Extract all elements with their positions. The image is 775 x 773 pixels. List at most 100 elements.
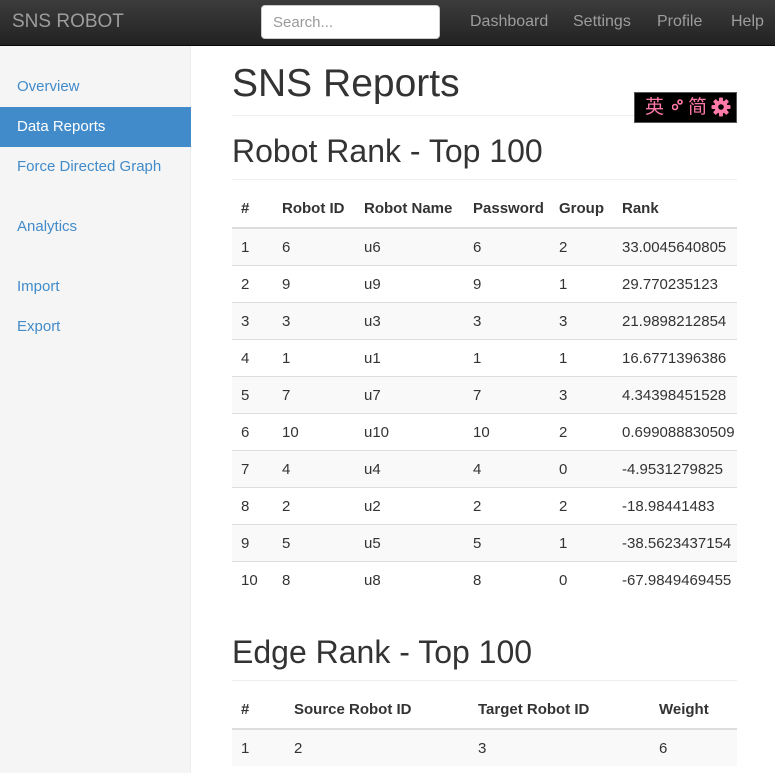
table-row[interactable]: 3 3 u3 3 3 21.9898212854 bbox=[232, 302, 737, 340]
table-cell: u8 bbox=[355, 561, 464, 598]
table-row[interactable]: 9 5 u5 5 1 -38.5623437154 bbox=[232, 524, 737, 562]
robot-rank-heading: Robot Rank - Top 100 bbox=[232, 133, 543, 169]
table-row[interactable]: 2 9 u9 9 1 29.770235123 bbox=[232, 265, 737, 303]
table-cell: 2 bbox=[550, 413, 613, 451]
table-row[interactable]: 10 8 u8 8 0 -67.9849469455 bbox=[232, 561, 737, 598]
sidebar-item-export[interactable]: Export bbox=[0, 307, 191, 347]
table-cell: 2 bbox=[273, 487, 355, 525]
table-cell: u9 bbox=[355, 265, 464, 303]
table-cell: u4 bbox=[355, 450, 464, 488]
table-row[interactable]: 5 7 u7 7 3 4.34398451528 bbox=[232, 376, 737, 414]
table-cell: 6 bbox=[232, 413, 273, 451]
table-cell: 6 bbox=[464, 227, 550, 266]
link-icon bbox=[671, 94, 684, 123]
col-header[interactable]: Robot Name bbox=[355, 189, 464, 229]
nav-dashboard[interactable]: Dashboard bbox=[470, 13, 548, 31]
table-row[interactable]: 7 4 u4 4 0 -4.9531279825 bbox=[232, 450, 737, 488]
table-cell: 3 bbox=[232, 302, 273, 340]
sidebar-item-overview[interactable]: Overview bbox=[0, 67, 191, 107]
col-header[interactable]: Target Robot ID bbox=[469, 690, 650, 730]
table-cell: -38.5623437154 bbox=[613, 524, 737, 562]
table-cell: u7 bbox=[355, 376, 464, 414]
table-header-row: # Robot ID Robot Name Password Group Ran… bbox=[232, 189, 737, 229]
table-cell: u6 bbox=[355, 227, 464, 266]
table-cell: 7 bbox=[273, 376, 355, 414]
table-cell: 16.6771396386 bbox=[613, 339, 737, 377]
table-cell: 0 bbox=[550, 450, 613, 488]
table-cell: u5 bbox=[355, 524, 464, 562]
table-cell: 8 bbox=[464, 561, 550, 598]
col-header[interactable]: Group bbox=[550, 189, 613, 229]
table-cell: 21.9898212854 bbox=[613, 302, 737, 340]
table-cell: 1 bbox=[550, 339, 613, 377]
robot-rank-table: # Robot ID Robot Name Password Group Ran… bbox=[232, 189, 737, 598]
table-cell: 33.0045640805 bbox=[613, 227, 737, 266]
table-cell: 1 bbox=[273, 339, 355, 377]
top-navbar: SNS ROBOT Dashboard Settings Profile Hel… bbox=[0, 0, 775, 46]
col-header[interactable]: Weight bbox=[650, 690, 737, 730]
col-header[interactable]: Source Robot ID bbox=[285, 690, 469, 730]
lang-english-label[interactable]: 英 bbox=[645, 93, 664, 122]
table-cell: 10 bbox=[273, 413, 355, 451]
table-cell: 5 bbox=[273, 524, 355, 562]
table-header-row: # Source Robot ID Target Robot ID Weight bbox=[232, 690, 737, 730]
table-cell: 7 bbox=[464, 376, 550, 414]
table-cell: 1 bbox=[232, 728, 285, 766]
table-row[interactable]: 4 1 u1 1 1 16.6771396386 bbox=[232, 339, 737, 377]
sidebar-item-data-reports[interactable]: Data Reports bbox=[0, 107, 191, 147]
language-switcher[interactable]: 英 简 bbox=[634, 92, 737, 123]
sidebar-item-force-directed-graph[interactable]: Force Directed Graph bbox=[0, 147, 191, 187]
table-cell: 2 bbox=[550, 487, 613, 525]
table-cell: 8 bbox=[273, 561, 355, 598]
nav-profile[interactable]: Profile bbox=[657, 13, 702, 31]
brand-logo[interactable]: SNS ROBOT bbox=[12, 11, 124, 33]
table-cell: u1 bbox=[355, 339, 464, 377]
table-row[interactable]: 6 10 u10 10 2 0.699088830509 bbox=[232, 413, 737, 451]
nav-help[interactable]: Help bbox=[731, 13, 764, 31]
table-cell: 6 bbox=[650, 728, 737, 766]
table-row[interactable]: 1236 bbox=[232, 728, 737, 766]
table-cell: 1 bbox=[550, 524, 613, 562]
sidebar: Overview Data Reports Force Directed Gra… bbox=[0, 46, 191, 773]
table-cell: 3 bbox=[273, 302, 355, 340]
table-cell: 0 bbox=[550, 561, 613, 598]
table-cell: 9 bbox=[232, 524, 273, 562]
table-cell: 1 bbox=[550, 265, 613, 303]
table-cell: 2 bbox=[550, 227, 613, 266]
table-cell: 7 bbox=[232, 450, 273, 488]
table-cell: 9 bbox=[273, 265, 355, 303]
table-row[interactable]: 8 2 u2 2 2 -18.98441483 bbox=[232, 487, 737, 525]
table-cell: 10 bbox=[232, 561, 273, 598]
search-input[interactable] bbox=[261, 5, 440, 39]
nav-settings[interactable]: Settings bbox=[573, 13, 631, 31]
table-cell: 3 bbox=[469, 728, 650, 766]
table-cell: 2 bbox=[285, 728, 469, 766]
table-cell: 6 bbox=[273, 227, 355, 266]
edge-rank-heading: Edge Rank - Top 100 bbox=[232, 634, 533, 670]
col-header[interactable]: Password bbox=[464, 189, 550, 229]
table-cell: u3 bbox=[355, 302, 464, 340]
col-header[interactable]: Robot ID bbox=[273, 189, 355, 229]
table-cell: 1 bbox=[232, 227, 273, 266]
table-cell: 4 bbox=[273, 450, 355, 488]
gear-icon[interactable] bbox=[711, 97, 731, 126]
table-cell: -67.9849469455 bbox=[613, 561, 737, 598]
table-cell: -4.9531279825 bbox=[613, 450, 737, 488]
table-cell: 4.34398451528 bbox=[613, 376, 737, 414]
col-header[interactable]: Rank bbox=[613, 189, 737, 229]
sidebar-item-import[interactable]: Import bbox=[0, 267, 191, 307]
col-header[interactable]: # bbox=[232, 189, 273, 229]
table-cell: 5 bbox=[232, 376, 273, 414]
table-cell: 10 bbox=[464, 413, 550, 451]
table-row[interactable]: 1 6 u6 6 2 33.0045640805 bbox=[232, 227, 737, 266]
col-header[interactable]: # bbox=[232, 690, 285, 730]
table-cell: 4 bbox=[464, 450, 550, 488]
table-cell: 1 bbox=[464, 339, 550, 377]
table-cell: 3 bbox=[550, 302, 613, 340]
table-cell: 8 bbox=[232, 487, 273, 525]
table-cell: 2 bbox=[464, 487, 550, 525]
lang-simplified-label[interactable]: 简 bbox=[688, 93, 707, 122]
table-cell: 29.770235123 bbox=[613, 265, 737, 303]
table-cell: -18.98441483 bbox=[613, 487, 737, 525]
sidebar-item-analytics[interactable]: Analytics bbox=[0, 207, 191, 247]
